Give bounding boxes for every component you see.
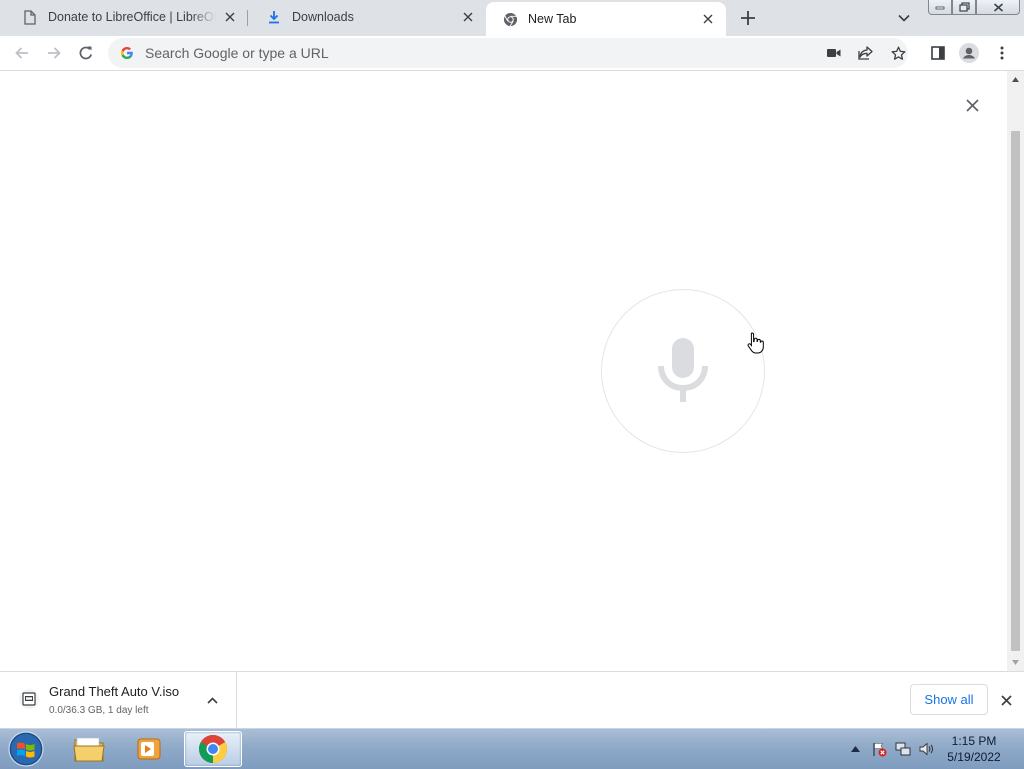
tab-new-tab[interactable]: New Tab (486, 2, 726, 36)
disc-image-file-icon (19, 689, 39, 709)
window-controls (928, 0, 1020, 18)
download-file-name: Grand Theft Auto V.iso (49, 684, 180, 699)
start-button[interactable] (6, 730, 46, 768)
download-shelf-close-button[interactable] (996, 690, 1016, 710)
side-panel-icon (931, 46, 945, 60)
download-options-button[interactable] (204, 692, 220, 708)
tab-title: New Tab (528, 12, 577, 26)
reload-button[interactable] (74, 41, 98, 65)
scroll-down-arrow-icon[interactable] (1007, 654, 1024, 671)
close-icon (1000, 694, 1012, 706)
forward-button[interactable] (42, 41, 66, 65)
folder-icon (73, 737, 105, 762)
clock-time: 1:15 PM (951, 734, 997, 748)
minimize-button[interactable] (928, 0, 952, 15)
bookmark-star-icon[interactable] (888, 43, 908, 63)
plus-icon (741, 11, 755, 25)
download-shelf: Grand Theft Auto V.iso 0.0/36.3 GB, 1 da… (0, 671, 1024, 728)
microphone-button[interactable] (601, 289, 765, 453)
new-tab-button[interactable] (736, 6, 760, 30)
scrollbar-thumb[interactable] (1011, 131, 1020, 651)
side-panel-button[interactable] (926, 41, 950, 65)
camera-icon[interactable] (824, 43, 844, 63)
taskbar-clock[interactable]: 1:15 PM 5/19/2022 (934, 733, 1014, 765)
tab-search-button[interactable] (894, 8, 914, 28)
media-player-icon (137, 738, 161, 760)
tab-strip: Donate to LibreOffice | LibreOffice Down… (0, 0, 1024, 36)
arrow-left-icon (15, 47, 28, 59)
tab-libreoffice[interactable]: Donate to LibreOffice | LibreOffice (6, 0, 248, 34)
download-status: 0.0/36.3 GB, 1 day left (49, 705, 149, 716)
download-icon (266, 9, 282, 25)
voice-search-close-button[interactable] (962, 95, 982, 115)
taskbar-chrome[interactable] (184, 731, 242, 767)
chevron-up-icon (206, 696, 218, 704)
address-input[interactable] (143, 44, 807, 62)
profile-button[interactable] (957, 41, 981, 65)
arrow-right-icon (48, 47, 61, 59)
minimize-icon (935, 6, 945, 10)
close-icon (993, 2, 1003, 12)
chrome-icon (199, 735, 227, 763)
voice-search-overlay (0, 71, 1007, 671)
omnibox[interactable] (108, 38, 908, 68)
kebab-menu-icon (1000, 46, 1004, 60)
avatar-icon (959, 43, 979, 63)
network-icon[interactable] (894, 740, 912, 758)
tab-close-icon[interactable] (222, 9, 238, 25)
hand-cursor-icon (747, 332, 764, 354)
clock-date: 5/19/2022 (947, 750, 1001, 764)
menu-button[interactable] (990, 41, 1014, 65)
reload-icon (79, 46, 93, 60)
restore-icon (958, 2, 970, 12)
show-hidden-icons-button[interactable] (846, 740, 864, 758)
google-g-icon (119, 45, 135, 61)
windows-taskbar: 1:15 PM 5/19/2022 (0, 728, 1024, 769)
back-button[interactable] (10, 41, 34, 65)
window-close-button[interactable] (976, 0, 1020, 15)
taskbar-media-player[interactable] (120, 731, 178, 767)
download-item[interactable]: Grand Theft Auto V.iso 0.0/36.3 GB, 1 da… (0, 672, 237, 728)
vertical-scrollbar[interactable] (1007, 71, 1024, 671)
chrome-icon (502, 11, 518, 27)
microphone-icon (658, 338, 708, 402)
tab-separator (247, 10, 248, 26)
tab-close-icon[interactable] (460, 9, 476, 25)
tab-downloads[interactable]: Downloads (250, 0, 486, 34)
tab-close-icon[interactable] (700, 11, 716, 27)
document-icon (22, 9, 38, 25)
system-tray (840, 729, 936, 769)
browser-toolbar (0, 36, 1024, 71)
close-icon (965, 98, 979, 112)
action-center-flag-icon[interactable] (870, 740, 888, 758)
taskbar-explorer[interactable] (60, 731, 118, 767)
tab-title: Downloads (292, 10, 354, 24)
tab-title: Donate to LibreOffice | LibreOffice (48, 10, 216, 24)
show-all-button[interactable]: Show all (910, 684, 988, 715)
share-icon[interactable] (856, 43, 876, 63)
chevron-down-icon (898, 14, 910, 22)
scroll-up-arrow-icon[interactable] (1007, 71, 1024, 88)
restore-button[interactable] (952, 0, 976, 15)
